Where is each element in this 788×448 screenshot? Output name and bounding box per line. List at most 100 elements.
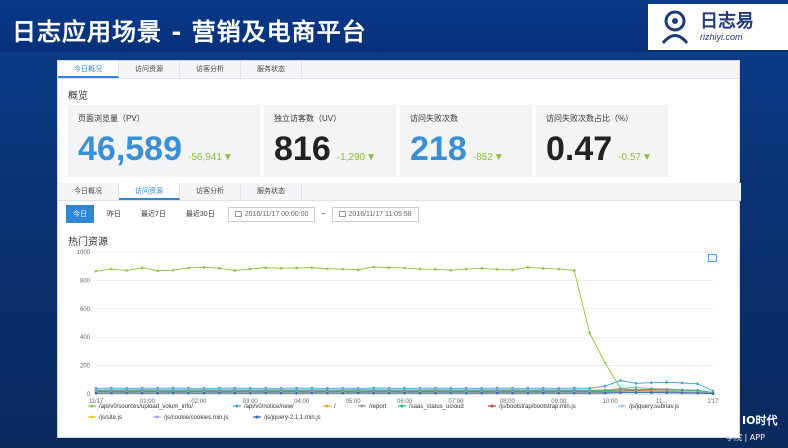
data-point — [356, 268, 360, 272]
data-point — [526, 266, 530, 269]
data-point — [187, 391, 190, 395]
tab-overview[interactable]: 今日概况 — [58, 183, 119, 200]
filter-yesterday-button[interactable]: 昨日 — [100, 205, 128, 223]
tab-service-status[interactable]: 服务状态 — [241, 183, 302, 200]
data-point — [449, 391, 453, 395]
data-point — [171, 268, 175, 272]
data-point — [418, 267, 422, 271]
data-point — [341, 267, 345, 271]
filter-today-button[interactable]: 今日 — [66, 205, 94, 223]
overview-title: 概览 — [68, 91, 88, 102]
data-point — [295, 266, 298, 270]
data-point — [156, 391, 159, 395]
tab-visitors[interactable]: 访客分析 — [180, 183, 241, 200]
metric-card-pv: 页面浏览量（PV） 46,589 -56,941 ▼ — [68, 105, 260, 177]
x-tick-label: 1'17 — [707, 399, 719, 405]
x-tick-label: 04:00 — [294, 399, 310, 405]
data-point — [140, 391, 144, 395]
metric-delta: -56,941 — [188, 152, 222, 163]
data-point — [94, 269, 98, 273]
data-point — [449, 268, 453, 272]
data-point — [588, 391, 591, 395]
y-tick-label: 200 — [80, 364, 91, 370]
data-point — [603, 384, 607, 388]
data-point — [125, 269, 129, 272]
down-arrow-icon: ▼ — [641, 152, 652, 163]
data-point — [464, 267, 468, 271]
data-point — [696, 382, 699, 386]
date-to-input[interactable]: 2016/11/17 11:05:58 — [331, 206, 419, 222]
data-point — [650, 381, 653, 384]
legend-marker — [490, 404, 494, 408]
filter-last30-button[interactable]: 最近30日 — [179, 205, 222, 223]
filter-last7-button[interactable]: 最近7日 — [134, 205, 173, 223]
data-point — [233, 269, 237, 272]
data-point — [326, 391, 329, 395]
x-tick-label: 02:00 — [191, 399, 207, 405]
tab-visitors[interactable]: 访客分析 — [180, 61, 241, 78]
logo-icon — [661, 10, 689, 44]
data-point — [110, 267, 113, 271]
data-point — [495, 268, 499, 271]
dashboard-panel: 今日概况 访问资源 访客分析 服务状态 概览 页面浏览量（PV） 46,589 … — [57, 60, 741, 438]
data-point — [387, 266, 391, 269]
data-point — [264, 266, 267, 269]
data-point — [588, 331, 591, 335]
data-point — [310, 266, 314, 269]
metric-value: 46,589 — [78, 130, 182, 168]
metric-value: 0.47 — [546, 130, 613, 168]
logo-domain: rizhiyi.com — [700, 32, 743, 42]
legend-label: /api/v0/sources/upload_volum_info/ — [99, 404, 193, 410]
data-point — [356, 391, 360, 395]
date-from-value: 2016/11/17 00:00:00 — [244, 210, 309, 218]
data-point — [572, 391, 576, 395]
data-point — [680, 391, 684, 395]
legend-marker — [360, 404, 364, 408]
data-point — [387, 391, 391, 395]
x-tick-label: 05:00 — [346, 399, 362, 405]
metric-card-failure-ratio: 访问失败次数占比（%） 0.47 -0.57 ▼ — [536, 105, 668, 177]
data-point — [480, 391, 483, 395]
resource-tabs: 今日概况 访问资源 访客分析 服务状态 — [58, 183, 741, 201]
legend-marker — [155, 415, 159, 419]
metric-label: 页面浏览量（PV） — [78, 114, 145, 123]
data-point — [187, 266, 190, 270]
metric-card-uv: 独立访客数（UV） 816 -1,290 ▼ — [264, 105, 396, 177]
data-point — [603, 391, 607, 395]
tab-resources[interactable]: 访问资源 — [119, 61, 180, 78]
top-tabs: 今日概况 访问资源 访客分析 服务状态 — [58, 61, 739, 79]
metric-card-failures: 访问失败次数 218 -852 ▼ — [400, 105, 532, 177]
y-tick-label: 400 — [80, 335, 91, 341]
legend-marker — [400, 404, 404, 408]
data-point — [526, 391, 530, 395]
metric-delta: -852 — [472, 152, 493, 163]
metric-label: 访问失败次数占比（%） — [546, 114, 634, 123]
data-point — [218, 391, 221, 395]
data-point — [511, 268, 514, 272]
metric-value: 816 — [274, 130, 331, 168]
tab-resources[interactable]: 访问资源 — [119, 183, 180, 200]
data-point — [634, 391, 638, 394]
date-filter-bar: 今日 昨日 最近7日 最近30日 2016/11/17 00:00:00 ~ 2… — [66, 205, 419, 223]
calendar-icon — [338, 211, 346, 217]
data-point — [202, 391, 206, 395]
tab-overview[interactable]: 今日概况 — [58, 61, 119, 78]
y-tick-label: 600 — [80, 307, 91, 313]
date-range-separator: ~ — [321, 210, 326, 218]
tab-service-status[interactable]: 服务状态 — [241, 61, 302, 78]
data-point — [403, 266, 406, 270]
y-tick-label: 0 — [87, 392, 91, 398]
metric-value: 218 — [410, 130, 467, 168]
date-from-input[interactable]: 2016/11/17 00:00:00 — [227, 206, 316, 222]
data-point — [326, 267, 329, 271]
brand-logo: 日志易 rizhiyi.com — [648, 4, 788, 50]
legend-label: /js/cookie/cookies.min.js — [164, 415, 228, 421]
data-point — [619, 391, 622, 394]
data-point — [341, 391, 345, 395]
data-point — [248, 267, 252, 271]
metric-cards: 页面浏览量（PV） 46,589 -56,941 ▼ 独立访客数（UV） 816… — [58, 105, 739, 177]
date-to-value: 2016/11/17 11:05:58 — [348, 210, 412, 218]
series-line — [95, 266, 714, 394]
legend-label: /api/v0/notice/new/ — [244, 404, 294, 410]
metric-delta: -0.57 — [618, 152, 641, 163]
